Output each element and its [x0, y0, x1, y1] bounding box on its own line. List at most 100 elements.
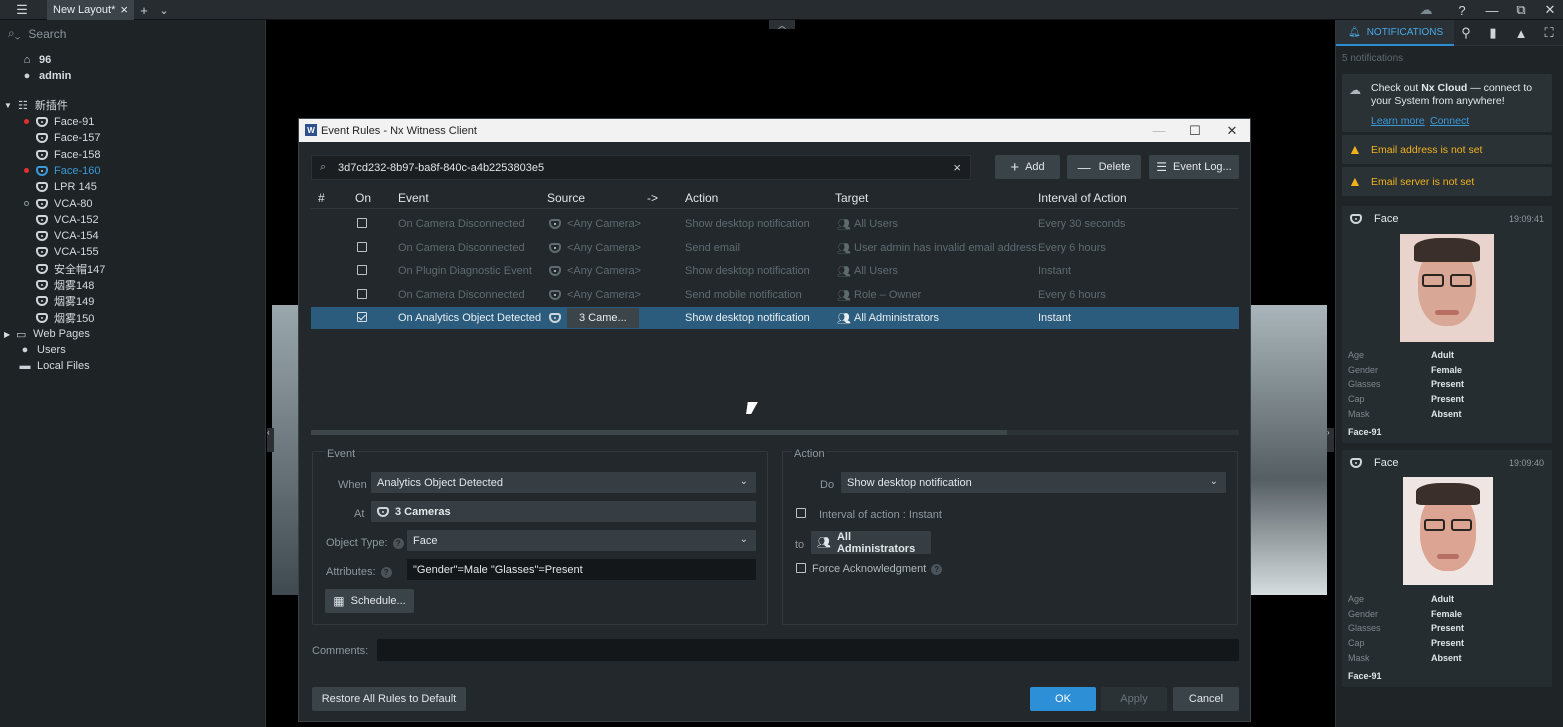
camera-item[interactable]: LPR 145	[36, 179, 97, 195]
camera-item[interactable]: VCA-152	[36, 212, 99, 228]
rule-enabled-checkbox[interactable]	[357, 241, 367, 252]
tab-close-icon[interactable]: ×	[120, 2, 128, 17]
camera-icon	[36, 296, 48, 307]
rule-row[interactable]: On Analytics Object Detected 3 Came... Sho…	[311, 307, 1239, 330]
help-icon[interactable]: ?	[1450, 0, 1474, 20]
close-icon[interactable]: ✕	[1538, 0, 1562, 20]
resource-search[interactable]: ⌕⌄ Search	[8, 26, 66, 41]
close-icon[interactable]: ✕	[1214, 119, 1250, 142]
face-thumbnail[interactable]	[1403, 477, 1493, 585]
col-on[interactable]: On	[355, 191, 371, 205]
rule-event: On Camera Disconnected	[398, 288, 525, 301]
face-thumbnail[interactable]	[1400, 234, 1494, 342]
rule-row[interactable]: On Camera Disconnected <Any Camera> Send m…	[311, 284, 1239, 306]
search-input[interactable]: Search	[28, 27, 66, 41]
camera-item[interactable]: VCA-155	[36, 244, 99, 260]
camera-item[interactable]: VCA-80	[24, 196, 93, 212]
restore-defaults-button[interactable]: Restore All Rules to Default	[312, 687, 466, 711]
delete-button[interactable]: — Delete	[1067, 155, 1141, 179]
users-icon: 👥︎	[837, 219, 851, 231]
ok-button[interactable]: OK	[1030, 687, 1096, 711]
apply-button[interactable]: Apply	[1101, 687, 1167, 711]
interval-checkbox[interactable]	[796, 508, 806, 518]
notification-count: 5 notifications	[1342, 53, 1404, 64]
rule-enabled-checkbox[interactable]	[357, 218, 367, 228]
right-panel-toggle-icon[interactable]: ›	[1327, 428, 1334, 452]
camera-item[interactable]: 烟雾149	[36, 293, 94, 309]
rule-filter-input[interactable]: ⌕ 3d7cd232-8b97-ba8f-840c-a4b2253803e5 ×	[311, 155, 971, 180]
schedule-button[interactable]: ▦ Schedule...	[325, 589, 414, 613]
bookmark-icon[interactable]: ▮	[1483, 23, 1503, 43]
camera-item[interactable]: 安全帽147	[36, 261, 105, 277]
expand-icon[interactable]: ▶	[4, 330, 10, 339]
rule-enabled-checkbox[interactable]	[357, 265, 367, 276]
camera-item[interactable]: Face-160	[24, 163, 100, 179]
card-camera-name: Face-91	[1348, 427, 1382, 437]
do-select[interactable]: Show desktop notification ⌄	[841, 472, 1226, 493]
tab-new-layout[interactable]: New Layout* ×	[47, 0, 134, 20]
camera-item[interactable]: Face-91	[24, 114, 94, 130]
cancel-button[interactable]: Cancel	[1173, 687, 1239, 711]
connect-link[interactable]: Connect	[1430, 115, 1469, 127]
main-menu-icon[interactable]: ☰	[10, 0, 34, 20]
tab-list-chevron-icon[interactable]: ⌄	[152, 0, 176, 20]
users-icon: 👥︎	[837, 266, 851, 279]
face-notification-card[interactable]: Face 19:09:40 Age Adult Gender Female Glasse…	[1342, 450, 1552, 687]
local-files-item[interactable]: ▬ Local Files	[18, 358, 90, 374]
at-cameras-button[interactable]: 3 Cameras	[371, 501, 756, 522]
col-arrow[interactable]: ->	[647, 191, 658, 205]
analytics-icon[interactable]: ⛶	[1539, 23, 1559, 43]
alert-icon[interactable]: ▲	[1511, 23, 1531, 43]
rule-row[interactable]: On Camera Disconnected <Any Camera> Show d…	[311, 213, 1239, 235]
tab-notifications[interactable]: 🔔︎ NOTIFICATIONS	[1336, 20, 1454, 46]
camera-item[interactable]: 烟雾148	[36, 277, 94, 293]
comments-input[interactable]	[377, 639, 1239, 661]
users-item[interactable]: ● Users	[18, 342, 66, 358]
camera-item[interactable]: Face-157	[36, 130, 100, 146]
camera-item[interactable]: VCA-154	[36, 228, 99, 244]
group-item[interactable]: ▼ ☷ 新插件	[4, 97, 68, 113]
left-panel-toggle-icon[interactable]: ‹	[267, 428, 274, 452]
email-server-warning[interactable]: ▲ Email server is not set	[1342, 167, 1552, 196]
group-name: 新插件	[34, 100, 68, 112]
attributes-input[interactable]: "Gender"=Male "Glasses"=Present	[407, 559, 756, 580]
web-pages-item[interactable]: ▶ ▭ Web Pages	[4, 326, 90, 342]
object-type-select[interactable]: Face ⌄	[407, 530, 756, 551]
rule-row[interactable]: On Camera Disconnected <Any Camera> Send e…	[311, 237, 1239, 259]
col-event[interactable]: Event	[398, 191, 429, 205]
rule-enabled-checkbox[interactable]	[357, 312, 367, 323]
col-target[interactable]: Target	[835, 191, 868, 205]
clear-icon[interactable]: ×	[953, 160, 961, 175]
server-item[interactable]: ⌂ 96	[20, 52, 52, 68]
event-log-button[interactable]: ☰ Event Log...	[1149, 155, 1239, 179]
force-ack-checkbox[interactable]	[796, 563, 806, 573]
camera-item[interactable]: Face-158	[36, 147, 100, 163]
attribute-row: Mask Absent	[1348, 409, 1548, 423]
rule-enabled-checkbox[interactable]	[357, 288, 367, 299]
camera-item[interactable]: 烟雾150	[36, 310, 94, 326]
email-address-warning[interactable]: ▲ Email address is not set	[1342, 135, 1552, 164]
minimize-icon[interactable]: —	[1480, 0, 1504, 20]
restore-icon[interactable]: ⧉	[1509, 0, 1533, 20]
collapse-timeline-icon[interactable]: ︿	[769, 20, 795, 30]
rule-row[interactable]: On Plugin Diagnostic Event <Any Camera> Sh…	[311, 260, 1239, 282]
col-number[interactable]: #	[318, 191, 325, 205]
add-button[interactable]: + Add	[995, 155, 1060, 179]
when-select[interactable]: Analytics Object Detected ⌄	[371, 472, 756, 493]
user-item[interactable]: ● admin	[20, 68, 72, 84]
cloud-icon[interactable]: ☁	[1414, 0, 1438, 20]
minimize-icon[interactable]: —	[1141, 119, 1177, 142]
col-interval[interactable]: Interval of Action	[1038, 191, 1127, 205]
video-tile-right[interactable]	[1251, 305, 1327, 595]
col-action[interactable]: Action	[685, 191, 718, 205]
camera-name: VCA-155	[54, 246, 99, 259]
expand-icon[interactable]: ▼	[4, 101, 12, 110]
maximize-icon[interactable]: ☐	[1177, 119, 1213, 142]
horizontal-scrollbar[interactable]	[311, 430, 1239, 435]
rule-interval: Every 30 seconds	[1038, 218, 1126, 230]
face-notification-card[interactable]: Face 19:09:41 Age Adult Gender Female Glasse…	[1342, 206, 1552, 443]
col-source[interactable]: Source	[547, 191, 585, 205]
to-recipients-button[interactable]: 👥︎ All Administrators	[811, 531, 931, 555]
learn-more-link[interactable]: Learn more	[1371, 115, 1425, 127]
motion-icon[interactable]: ⚲	[1456, 23, 1476, 43]
